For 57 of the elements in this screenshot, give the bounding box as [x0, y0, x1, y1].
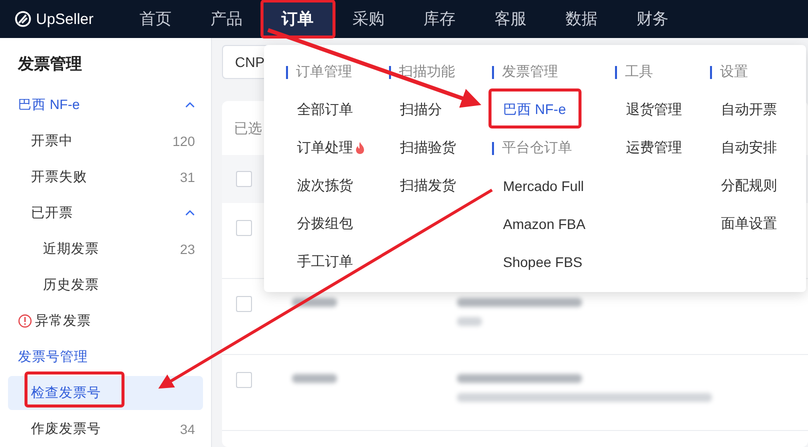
sidebar-item[interactable]: 开票中 120	[8, 124, 203, 158]
menu-heading: 设置	[710, 53, 805, 91]
menu-item[interactable]: 自动安排	[721, 139, 777, 157]
sidebar-item[interactable]: 开票失败 31	[8, 160, 203, 194]
menu-item[interactable]: 手工订单	[297, 253, 353, 271]
menu-heading: 工具	[615, 53, 710, 91]
count-label: 34	[180, 422, 195, 436]
info-icon	[18, 314, 32, 328]
sidebar-item[interactable]: 巴西 NF-e	[8, 88, 203, 122]
menu-item[interactable]: 订单处理	[297, 139, 353, 157]
checkbox[interactable]	[236, 372, 252, 388]
blurred-text	[292, 374, 337, 383]
chevron-up-icon	[185, 101, 195, 109]
menu-item[interactable]: 巴西 NF-e	[503, 101, 566, 119]
nav-tab[interactable]: 客服	[475, 0, 546, 38]
menu-item[interactable]: Amazon FBA	[503, 216, 586, 232]
chevron-up-icon	[185, 209, 195, 217]
sidebar-item[interactable]: 历史发票	[8, 268, 203, 302]
logo-text: UpSeller	[36, 10, 94, 28]
sidebar-item[interactable]: 异常发票	[8, 304, 203, 338]
menu-heading: 平台仓订单	[492, 129, 615, 167]
menu-item[interactable]: 波次拣货	[297, 177, 353, 195]
menu-item[interactable]: 扫描验货	[400, 139, 456, 157]
count-label: 120	[172, 134, 195, 148]
menu-heading: 发票管理	[492, 53, 615, 91]
menu-heading: 订单管理	[286, 53, 389, 91]
logo-icon	[15, 11, 31, 27]
nav-tab[interactable]: 数据	[546, 0, 617, 38]
selected-count-label: 已选	[234, 119, 262, 138]
menu-item[interactable]: 全部订单	[297, 101, 353, 119]
menu-item[interactable]: 退货管理	[626, 101, 682, 119]
nav-tab[interactable]: 采购	[333, 0, 404, 38]
menu-item[interactable]: 面单设置	[721, 215, 777, 233]
sidebar-title: 发票管理	[16, 54, 83, 74]
checkbox[interactable]	[236, 296, 252, 312]
nav-tab[interactable]: 库存	[404, 0, 475, 38]
menu-item[interactable]: Mercado Full	[503, 178, 584, 194]
sidebar-item[interactable]: 已开票	[8, 196, 203, 230]
menu-item[interactable]: 分配规则	[721, 177, 777, 195]
menu-item[interactable]: 扫描分	[400, 101, 442, 119]
menu-item[interactable]: 分拨组包	[297, 215, 353, 233]
count-label: 31	[180, 170, 195, 184]
checkbox[interactable]	[236, 220, 252, 236]
menu-item[interactable]: 自动开票	[721, 101, 777, 119]
sidebar-item[interactable]: 作废发票号 34	[8, 412, 203, 446]
nav-tab[interactable]: 产品	[191, 0, 262, 38]
menu-item[interactable]: 扫描发货	[400, 177, 456, 195]
count-label: 23	[180, 242, 195, 256]
nav-tab[interactable]: 首页	[120, 0, 191, 38]
sidebar-item[interactable]: 检查发票号	[8, 376, 203, 410]
nav-tab[interactable]: 财务	[617, 0, 688, 38]
sidebar-item[interactable]: 发票号管理	[8, 340, 203, 374]
menu-item[interactable]: Shopee FBS	[503, 254, 582, 270]
menu-item[interactable]: 运费管理	[626, 139, 682, 157]
sidebar-item[interactable]: 近期发票 23	[8, 232, 203, 266]
blurred-text	[457, 317, 482, 326]
checkbox[interactable]	[236, 171, 252, 187]
